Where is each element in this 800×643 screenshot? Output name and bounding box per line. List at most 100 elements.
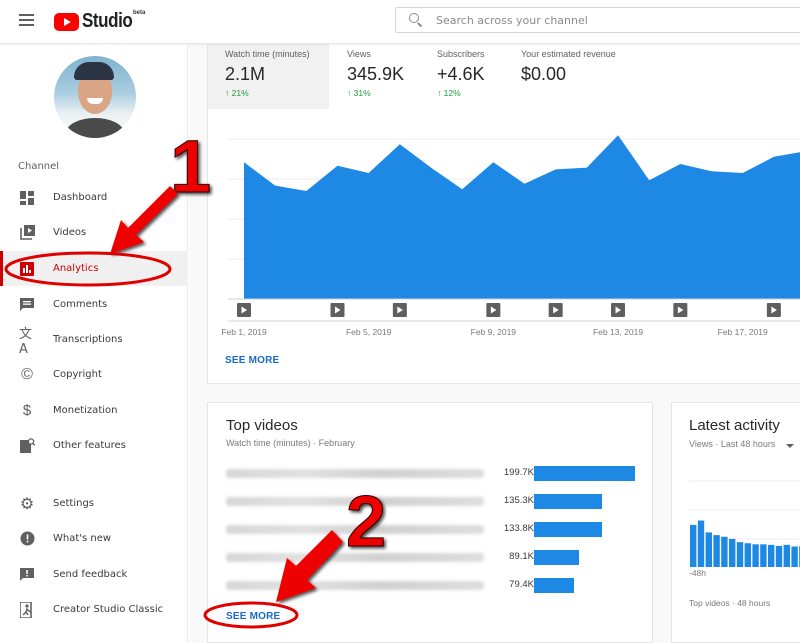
activity-bar [768,544,775,567]
x-tick-label: Feb 9, 2019 [471,327,517,337]
sidebar-item-label: What's new [53,533,112,544]
comments-icon [19,297,35,313]
video-marker-icon[interactable] [237,303,251,317]
studio-logo[interactable]: Studio beta [54,10,145,33]
video-marker-icon[interactable] [766,303,781,317]
top-video-row[interactable]: 133.8K [226,522,646,538]
video-watch-time: 135.3K [503,495,534,506]
video-watch-time: 89.1K [509,551,534,562]
channel-analytics-card: Watch time (minutes) 2.1M ↑ 21% Views 34… [207,42,800,384]
video-title-blurred[interactable] [226,469,484,478]
sidebar-item-label: Monetization [53,405,118,416]
x-tick-label: Feb 13, 2019 [593,327,643,337]
sidebar-item-label: Videos [53,227,87,238]
activity-bar [775,545,783,567]
sidebar-item-label: Creator Studio Classic [53,604,164,615]
video-marker-icon[interactable] [330,303,345,317]
sidebar-item-analytics[interactable]: Analytics [0,251,188,286]
activity-bar [697,520,705,567]
video-watch-time: 79.4K [509,579,534,590]
sidebar-item-label: Copyright [53,369,102,380]
other-features-icon [19,438,35,454]
sidebar-item-copyright[interactable]: © Copyright [0,357,188,392]
sidebar-item-label: Dashboard [53,192,108,203]
video-marker-icon[interactable] [548,303,563,317]
brand-name: Studio [82,10,133,32]
search-input[interactable] [436,13,776,27]
sidebar-item-label: Send feedback [53,569,128,580]
top-bar: Studio beta [0,0,800,44]
sidebar-item-comments[interactable]: Comments [0,287,188,322]
see-more-overview-link[interactable]: SEE MORE [225,355,279,366]
section-label-channel: Channel [18,161,60,172]
watch-time-area [244,135,800,299]
sidebar-item-other-features[interactable]: Other features [0,428,188,463]
x-tick-label: Feb 17, 2019 [718,327,768,337]
sidebar-item-label: Analytics [53,263,99,274]
video-watch-time-bar [534,494,603,509]
search-bar[interactable] [395,7,800,33]
youtube-logo-icon [54,12,79,31]
beta-badge: beta [133,10,146,16]
sidebar: Channel Dashboard Videos Analytics Comme… [0,44,188,643]
video-watch-time-bar [534,466,635,481]
sidebar-item-label: Other features [53,440,126,451]
sidebar-item-whats-new[interactable]: What's new [0,521,188,556]
sidebar-item-label: Settings [53,498,95,509]
activity-bar [744,543,751,567]
analytics-icon [19,261,35,277]
activity-bar [690,524,697,567]
video-watch-time-bar [534,522,602,537]
channel-avatar[interactable] [54,56,136,138]
sidebar-item-send-feedback[interactable]: Send feedback [0,557,188,592]
video-watch-time: 199.7K [503,467,534,478]
activity-bar [721,536,728,567]
video-title-blurred[interactable] [226,553,484,562]
video-title-blurred[interactable] [226,497,484,506]
see-more-top-videos-link[interactable]: SEE MORE [226,611,280,622]
sidebar-item-label: Transcriptions [53,334,123,345]
video-marker-icon[interactable] [611,303,626,317]
sidebar-item-creator-studio-classic[interactable]: Creator Studio Classic [0,592,188,627]
top-video-row[interactable]: 199.7K [226,466,646,482]
sidebar-item-dashboard[interactable]: Dashboard [0,180,188,215]
watch-time-chart: Feb 1, 2019 Feb 5, 2019 Feb 9, 2019 Feb 13,… [221,135,800,337]
activity-bar [791,546,798,567]
menu-icon[interactable] [19,14,34,26]
monetization-icon: $ [22,402,32,419]
top-video-row[interactable]: 135.3K [226,494,646,510]
top-videos-card: Top videos Watch time (minutes) · Februa… [207,402,653,643]
top-videos-title: Top videos [226,417,298,434]
latest-activity-chart [689,480,800,567]
settings-icon: ⚙ [19,495,35,513]
sidebar-item-label: Comments [53,299,108,310]
video-marker-icon[interactable] [486,303,501,317]
video-watch-time-bar [534,550,580,565]
sidebar-item-monetization[interactable]: $ Monetization [0,393,188,428]
exit-icon [19,601,35,618]
copyright-icon: © [21,365,33,383]
sidebar-item-videos[interactable]: Videos [0,215,188,250]
video-title-blurred[interactable] [226,581,484,590]
activity-bar [783,544,790,567]
whats-new-icon [19,531,35,547]
latest-activity-footer: Top videos · 48 hours [689,598,771,608]
activity-bar [752,544,759,567]
video-title-blurred[interactable] [226,525,484,534]
main-content: Watch time (minutes) 2.1M ↑ 21% Views 34… [189,42,800,643]
transcriptions-icon: 文A [19,326,33,357]
videos-icon [19,225,35,241]
sidebar-item-settings[interactable]: ⚙ Settings [0,486,188,521]
sidebar-item-transcriptions[interactable]: 文A Transcriptions [0,322,188,357]
x-tick-label: Feb 1, 2019 [221,327,267,337]
video-marker-icon[interactable] [673,303,688,317]
activity-bar [736,542,744,567]
video-marker-icon[interactable] [392,303,407,317]
dashboard-icon [19,190,35,206]
video-watch-time-bar [534,578,575,593]
top-video-row[interactable]: 89.1K [226,550,646,566]
latest-axis-label: -48h [689,568,707,578]
video-watch-time: 133.8K [503,523,534,534]
top-video-row[interactable]: 79.4K [226,578,646,594]
x-tick-label: Feb 5, 2019 [346,327,392,337]
